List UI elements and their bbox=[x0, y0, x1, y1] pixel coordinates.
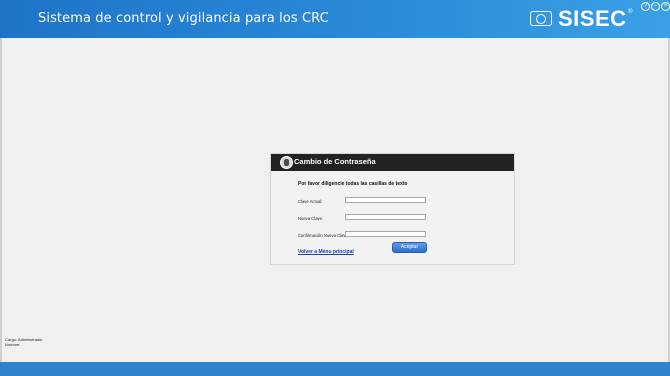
registered-mark: ® bbox=[628, 9, 633, 15]
accept-button[interactable]: Aceptar bbox=[392, 242, 427, 253]
help-icon[interactable]: ? bbox=[641, 2, 650, 11]
sisec-logo-text: SISEC bbox=[558, 6, 627, 31]
current-password-field[interactable] bbox=[345, 197, 426, 203]
app-footer bbox=[0, 362, 670, 376]
user-nombre: Nombre: bbox=[5, 342, 21, 347]
change-password-dialog: Cambio de Contraseña Por favor diligenci… bbox=[270, 153, 515, 265]
close-icon[interactable]: × bbox=[661, 2, 670, 11]
confirm-password-label: Confirmación Nueva Clave: bbox=[298, 233, 349, 238]
dialog-title: Cambio de Contraseña bbox=[294, 157, 376, 166]
app-title: Sistema de control y vigilancia para los… bbox=[38, 11, 329, 26]
app-header: Sistema de control y vigilancia para los… bbox=[0, 0, 670, 38]
window-frame-left bbox=[0, 38, 2, 362]
current-password-label: Clave Actual: bbox=[298, 199, 323, 204]
lock-icon bbox=[280, 156, 293, 169]
new-password-label: Nueva Clave: bbox=[298, 216, 324, 221]
dialog-header: Cambio de Contraseña bbox=[271, 154, 514, 171]
user-info: Cargo: Administrador Nombre: bbox=[5, 337, 43, 347]
minimize-icon[interactable]: – bbox=[651, 2, 660, 11]
new-password-field[interactable] bbox=[345, 214, 426, 220]
confirm-password-field[interactable] bbox=[345, 231, 426, 237]
instructions-text: Por favor diligencie todas las casillas … bbox=[298, 181, 408, 187]
back-to-menu-link[interactable]: Volver a Menu principal bbox=[298, 249, 354, 255]
sisec-logo-icon bbox=[530, 11, 552, 26]
